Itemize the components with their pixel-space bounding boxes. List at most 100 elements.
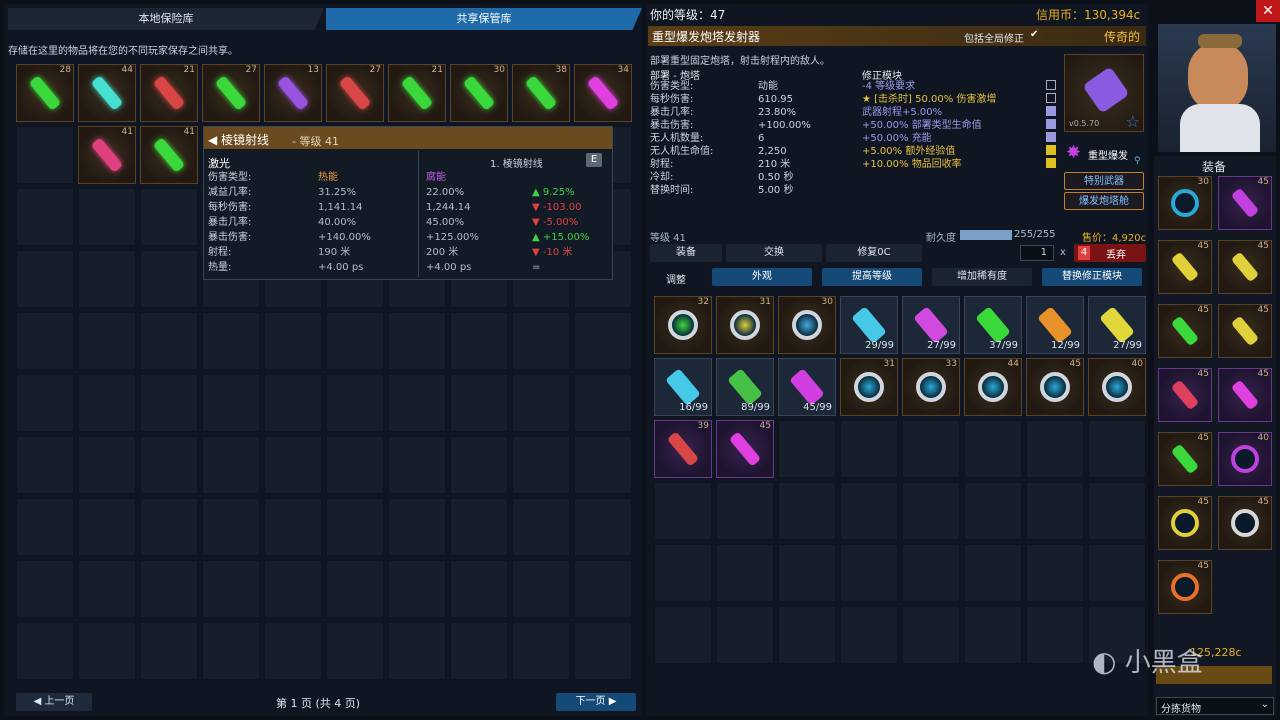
- inventory-empty-slot[interactable]: [716, 544, 774, 602]
- equipment-slot[interactable]: 45: [1218, 304, 1272, 358]
- inventory-item[interactable]: 44: [964, 358, 1022, 416]
- vault-empty-slot[interactable]: [388, 374, 446, 432]
- equipment-slot[interactable]: 45: [1158, 304, 1212, 358]
- inventory-empty-slot[interactable]: [654, 482, 712, 540]
- equipment-slot[interactable]: 45: [1158, 560, 1212, 614]
- inventory-empty-slot[interactable]: [840, 606, 898, 664]
- inventory-empty-slot[interactable]: [1026, 606, 1084, 664]
- vault-item[interactable]: 27: [202, 64, 260, 122]
- vault-empty-slot[interactable]: [140, 374, 198, 432]
- inventory-empty-slot[interactable]: [1088, 420, 1146, 478]
- vault-empty-slot[interactable]: [78, 436, 136, 494]
- equipment-slot[interactable]: 45: [1218, 496, 1272, 550]
- quantity-input[interactable]: 1: [1020, 245, 1054, 261]
- inventory-empty-slot[interactable]: [840, 482, 898, 540]
- inventory-item[interactable]: 40: [1088, 358, 1146, 416]
- drop-button[interactable]: 4 丢弃: [1074, 244, 1146, 262]
- tab-local-vault[interactable]: 本地保险库: [8, 8, 324, 30]
- equipment-slot[interactable]: 45: [1218, 368, 1272, 422]
- vault-empty-slot[interactable]: [388, 560, 446, 618]
- vault-empty-slot[interactable]: [326, 374, 384, 432]
- vault-empty-slot[interactable]: [140, 250, 198, 308]
- inventory-item[interactable]: 27/99: [902, 296, 960, 354]
- vault-empty-slot[interactable]: [202, 622, 260, 680]
- vault-empty-slot[interactable]: [78, 250, 136, 308]
- vault-empty-slot[interactable]: [264, 622, 322, 680]
- vault-empty-slot[interactable]: [326, 498, 384, 556]
- inventory-empty-slot[interactable]: [778, 420, 836, 478]
- prev-page-button[interactable]: ◀ 上一页: [16, 693, 92, 711]
- vault-empty-slot[interactable]: [202, 436, 260, 494]
- vault-empty-slot[interactable]: [326, 312, 384, 370]
- vault-empty-slot[interactable]: [78, 312, 136, 370]
- vault-empty-slot[interactable]: [202, 560, 260, 618]
- inventory-empty-slot[interactable]: [964, 606, 1022, 664]
- vault-empty-slot[interactable]: [574, 622, 632, 680]
- inventory-empty-slot[interactable]: [1026, 420, 1084, 478]
- vault-empty-slot[interactable]: [388, 622, 446, 680]
- vault-empty-slot[interactable]: [512, 622, 570, 680]
- repair-button[interactable]: 修复0C: [826, 244, 922, 262]
- sort-cargo-dropdown[interactable]: 分拣货物 ⌄: [1156, 697, 1274, 715]
- vault-empty-slot[interactable]: [388, 312, 446, 370]
- vault-empty-slot[interactable]: [326, 622, 384, 680]
- equipment-slot[interactable]: 30: [1158, 176, 1212, 230]
- vault-item[interactable]: 30: [450, 64, 508, 122]
- vault-empty-slot[interactable]: [264, 560, 322, 618]
- vault-item[interactable]: 28: [16, 64, 74, 122]
- vault-empty-slot[interactable]: [512, 498, 570, 556]
- vault-empty-slot[interactable]: [140, 436, 198, 494]
- equipment-slot[interactable]: 40: [1218, 432, 1272, 486]
- inventory-empty-slot[interactable]: [840, 420, 898, 478]
- vault-empty-slot[interactable]: [264, 436, 322, 494]
- inventory-item[interactable]: 12/99: [1026, 296, 1084, 354]
- vault-empty-slot[interactable]: [574, 374, 632, 432]
- inventory-item[interactable]: 39: [654, 420, 712, 478]
- vault-empty-slot[interactable]: [512, 312, 570, 370]
- vault-empty-slot[interactable]: [450, 622, 508, 680]
- vault-empty-slot[interactable]: [140, 560, 198, 618]
- inventory-empty-slot[interactable]: [654, 544, 712, 602]
- vault-empty-slot[interactable]: [512, 560, 570, 618]
- vault-empty-slot[interactable]: [388, 498, 446, 556]
- vault-empty-slot[interactable]: [264, 312, 322, 370]
- inventory-empty-slot[interactable]: [902, 482, 960, 540]
- inventory-empty-slot[interactable]: [964, 482, 1022, 540]
- inventory-item[interactable]: 45: [1026, 358, 1084, 416]
- vault-item[interactable]: 41: [78, 126, 136, 184]
- equipment-slot[interactable]: 45: [1218, 240, 1272, 294]
- vault-empty-slot[interactable]: [202, 374, 260, 432]
- vault-empty-slot[interactable]: [512, 436, 570, 494]
- vault-item[interactable]: 38: [512, 64, 570, 122]
- vault-empty-slot[interactable]: [574, 560, 632, 618]
- inventory-empty-slot[interactable]: [716, 482, 774, 540]
- inventory-item[interactable]: 45/99: [778, 358, 836, 416]
- vault-item[interactable]: 13: [264, 64, 322, 122]
- search-icon[interactable]: ⚲: [1134, 156, 1141, 166]
- equipment-slot[interactable]: 45: [1158, 432, 1212, 486]
- vault-item[interactable]: 21: [140, 64, 198, 122]
- vault-empty-slot[interactable]: [78, 374, 136, 432]
- vault-empty-slot[interactable]: [264, 374, 322, 432]
- inventory-empty-slot[interactable]: [902, 420, 960, 478]
- inventory-empty-slot[interactable]: [716, 606, 774, 664]
- inventory-item[interactable]: 89/99: [716, 358, 774, 416]
- vault-empty-slot[interactable]: [78, 188, 136, 246]
- inventory-item[interactable]: 31: [840, 358, 898, 416]
- vault-empty-slot[interactable]: [16, 436, 74, 494]
- inventory-item[interactable]: 27/99: [1088, 296, 1146, 354]
- vault-empty-slot[interactable]: [326, 436, 384, 494]
- vault-empty-slot[interactable]: [16, 312, 74, 370]
- vault-empty-slot[interactable]: [140, 312, 198, 370]
- replace-mod-button[interactable]: 替换修正模块: [1042, 268, 1142, 286]
- vault-empty-slot[interactable]: [450, 498, 508, 556]
- inventory-empty-slot[interactable]: [1026, 544, 1084, 602]
- vault-empty-slot[interactable]: [16, 498, 74, 556]
- vault-item[interactable]: 27: [326, 64, 384, 122]
- vault-item[interactable]: 21: [388, 64, 446, 122]
- vault-empty-slot[interactable]: [202, 312, 260, 370]
- vault-empty-slot[interactable]: [450, 374, 508, 432]
- vault-empty-slot[interactable]: [202, 498, 260, 556]
- inventory-empty-slot[interactable]: [1088, 544, 1146, 602]
- vault-empty-slot[interactable]: [16, 126, 74, 184]
